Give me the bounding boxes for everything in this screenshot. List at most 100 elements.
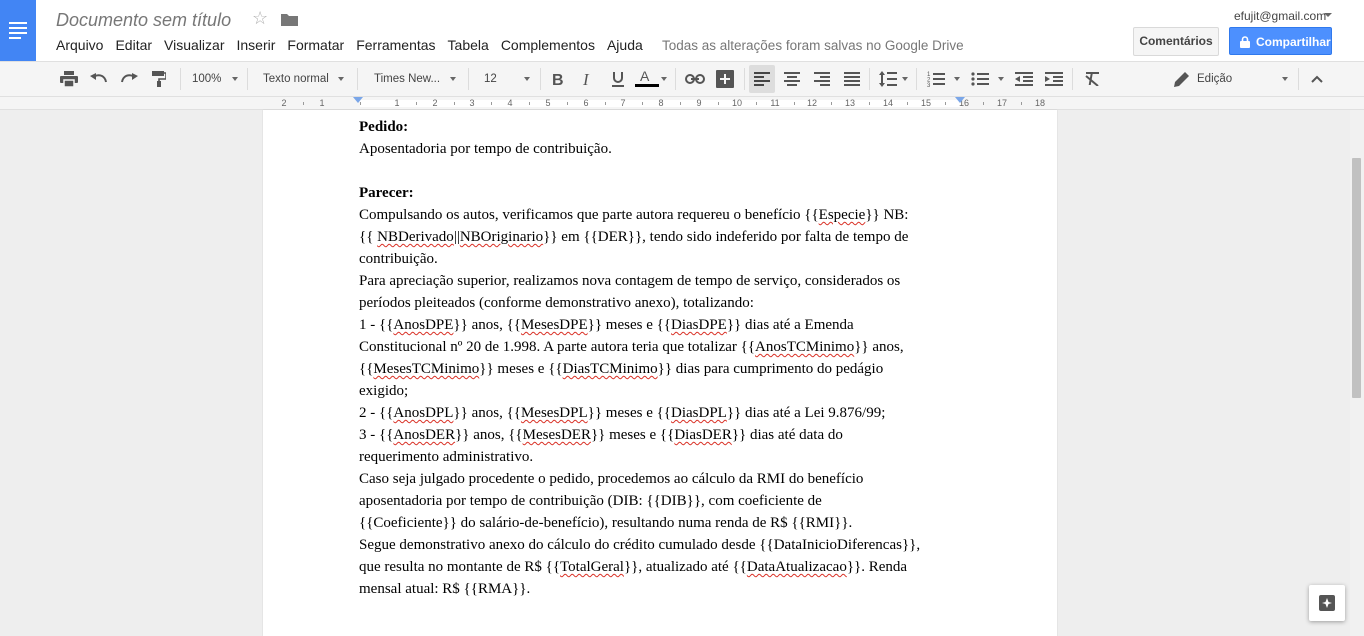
save-status[interactable]: Todas as alterações foram salvas no Goog… — [662, 38, 964, 53]
document-page[interactable]: Pedido: Aposentadoria por tempo de contri… — [263, 110, 1057, 636]
align-center-icon[interactable] — [780, 62, 804, 96]
document-line[interactable]: 3 - {{AnosDER}} anos, {{MesesDER}} meses… — [359, 424, 964, 446]
misspelled-word: TotalGeral — [560, 559, 624, 575]
menu-item-tabela[interactable]: Tabela — [448, 37, 489, 53]
font-select[interactable]: Times New... — [374, 62, 440, 96]
italic-icon[interactable]: I — [577, 62, 599, 96]
menu-item-formatar[interactable]: Formatar — [287, 37, 344, 53]
underline-icon[interactable] — [607, 62, 629, 96]
menu-item-arquivo[interactable]: Arquivo — [56, 37, 103, 53]
left-indent-marker[interactable] — [353, 97, 363, 103]
document-line[interactable]: Parecer: — [359, 182, 964, 204]
share-button[interactable]: Compartilhar — [1229, 27, 1332, 55]
misspelled-word: DiasTCMinimo — [562, 361, 658, 377]
pencil-icon — [1172, 62, 1192, 96]
ruler-tick — [605, 102, 606, 105]
document-line[interactable]: {{Coeficiente}} do salário-de-benefício)… — [359, 512, 964, 534]
print-icon[interactable] — [57, 62, 81, 96]
misspelled-word: DataAtualizacao — [746, 559, 847, 575]
document-line[interactable]: requerimento administrativo. — [359, 446, 964, 468]
bulleted-list-caret-icon — [998, 77, 1004, 81]
mode-select[interactable]: Edição — [1197, 62, 1232, 96]
ruler-label: 2 — [281, 98, 287, 108]
menu-item-inserir[interactable]: Inserir — [236, 37, 275, 53]
document-line[interactable]: mensal atual: R$ {{RMA}}. — [359, 578, 964, 600]
ruler-label: 14 — [882, 98, 894, 108]
ruler-tick — [454, 102, 455, 105]
redo-icon[interactable] — [117, 62, 141, 96]
text-run: }} em {{DER}}, tendo sido indeferido por… — [543, 229, 909, 245]
menu-bar: Arquivo Editar Visualizar Inserir Formatar Fe… — [56, 37, 655, 53]
zoom-caret-icon — [232, 77, 238, 81]
zoom-select[interactable]: 100% — [192, 62, 221, 96]
right-indent-marker[interactable] — [955, 97, 965, 103]
comment-icon[interactable] — [713, 62, 737, 96]
link-icon[interactable] — [683, 62, 707, 96]
document-line[interactable]: Constitucional nº 20 de 1.998. A parte a… — [359, 336, 964, 358]
text-run: }} dias até a Emenda — [726, 317, 854, 333]
menu-item-complementos[interactable]: Complementos — [501, 37, 595, 53]
bold-icon[interactable]: B — [547, 62, 569, 96]
share-button-label: Compartilhar — [1256, 35, 1331, 49]
misspelled-word: MesesDPL — [520, 405, 588, 421]
style-select[interactable]: Texto normal — [263, 62, 329, 96]
ruler[interactable]: 2 1 1 2 3 4 5 6 7 8 9 10 11 12 13 14 15 16 17 18 — [0, 97, 1364, 110]
text-run: que resulta no montante de R$ {{ — [359, 559, 561, 575]
document-body[interactable]: Pedido: Aposentadoria por tempo de contri… — [359, 116, 964, 600]
menu-item-visualizar[interactable]: Visualizar — [164, 37, 224, 53]
document-line[interactable]: Aposentadoria por tempo de contribuição. — [359, 138, 964, 160]
justify-icon[interactable] — [840, 62, 864, 96]
account-email[interactable]: efujit@gmail.com — [1234, 9, 1326, 23]
text-run: }} meses e {{ — [587, 317, 672, 333]
document-line[interactable]: 1 - {{AnosDPE}} anos, {{MesesDPE}} meses… — [359, 314, 964, 336]
document-line[interactable]: 2 - {{AnosDPL}} anos, {{MesesDPL}} meses… — [359, 402, 964, 424]
docs-logo-icon[interactable] — [0, 0, 36, 61]
document-line[interactable]: exigido; — [359, 380, 964, 402]
paint-format-icon[interactable] — [147, 62, 171, 96]
text-color-icon[interactable]: A — [635, 62, 659, 96]
document-line[interactable]: Pedido: — [359, 116, 964, 138]
text-color-caret-icon — [661, 77, 667, 81]
header: Documento sem título ☆ Arquivo Editar Visu… — [0, 0, 1364, 61]
clear-formatting-icon[interactable] — [1081, 62, 1105, 96]
document-line[interactable]: aposentadoria por tempo de contribuição … — [359, 490, 964, 512]
document-line[interactable]: períodos pleiteados (conforme demonstrat… — [359, 292, 964, 314]
font-size-select[interactable]: 12 — [484, 62, 497, 96]
document-line[interactable]: Caso seja julgado procedente o pedido, p… — [359, 468, 964, 490]
document-line[interactable]: Segue demonstrativo anexo do cálculo do … — [359, 534, 964, 556]
document-line[interactable]: Compulsando os autos, verificamos que pa… — [359, 204, 964, 226]
scrollbar-thumb[interactable] — [1352, 158, 1361, 398]
comments-button[interactable]: Comentários — [1133, 27, 1219, 56]
menu-item-editar[interactable]: Editar — [115, 37, 152, 53]
document-line[interactable]: {{ NBDerivado||NBOriginario}} em {{DER}}… — [359, 226, 964, 248]
numbered-list-icon[interactable]: 123 — [924, 62, 948, 96]
ruler-tick — [907, 102, 908, 105]
svg-text:A: A — [640, 69, 650, 84]
document-line[interactable]: {{MesesTCMinimo}} meses e {{DiasTCMinimo… — [359, 358, 964, 380]
document-title[interactable]: Documento sem título — [56, 10, 231, 31]
undo-icon[interactable] — [87, 62, 111, 96]
vertical-scrollbar[interactable] — [1350, 110, 1364, 636]
menu-item-ferramentas[interactable]: Ferramentas — [356, 37, 435, 53]
align-left-icon[interactable] — [749, 65, 775, 93]
misspelled-word: DiasDER — [674, 427, 732, 443]
align-right-icon[interactable] — [810, 62, 834, 96]
blank-line[interactable] — [359, 160, 964, 182]
document-line[interactable]: que resulta no montante de R$ {{TotalGer… — [359, 556, 964, 578]
misspelled-word: MesesTCMinimo — [373, 361, 480, 377]
bulleted-list-icon[interactable] — [968, 62, 992, 96]
ruler-tick — [831, 102, 832, 105]
text-run: }}, atualizado até {{ — [623, 559, 747, 575]
star-icon[interactable]: ☆ — [252, 8, 268, 29]
account-caret-icon[interactable] — [1324, 13, 1332, 17]
explore-icon[interactable] — [1309, 585, 1345, 621]
increase-indent-icon[interactable] — [1042, 62, 1066, 96]
chevron-up-icon[interactable] — [1306, 62, 1328, 96]
line-spacing-icon[interactable] — [876, 62, 900, 96]
decrease-indent-icon[interactable] — [1012, 62, 1036, 96]
folder-icon[interactable] — [281, 13, 298, 26]
line-spacing-caret-icon — [902, 77, 908, 81]
document-line[interactable]: contribuição. — [359, 248, 964, 270]
document-line[interactable]: Para apreciação superior, realizamos nov… — [359, 270, 964, 292]
menu-item-ajuda[interactable]: Ajuda — [607, 37, 643, 53]
